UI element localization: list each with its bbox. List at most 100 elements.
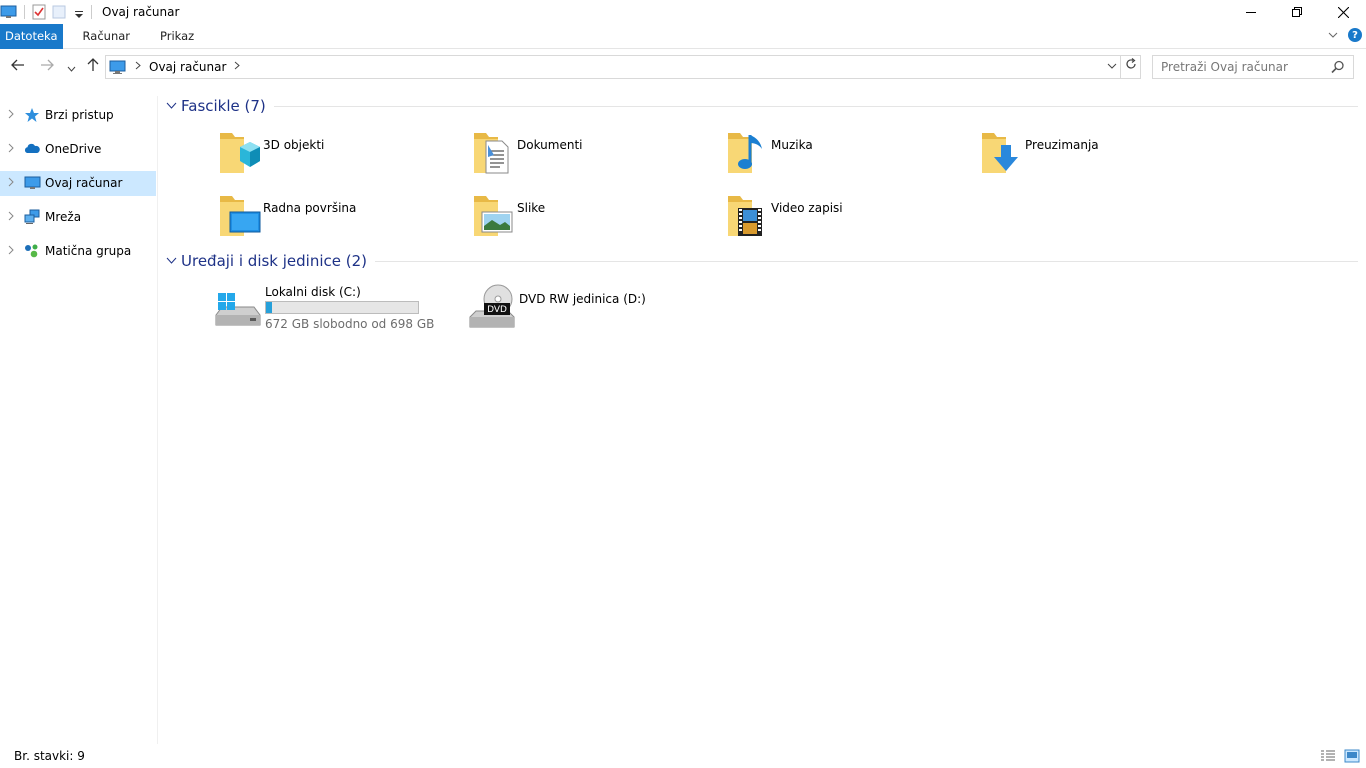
folder-music[interactable]: Muzika [726, 127, 966, 179]
large-icons-view-icon[interactable] [1344, 749, 1360, 766]
tab-file[interactable]: Datoteka [0, 23, 63, 49]
breadcrumb-chevron-icon[interactable] [234, 61, 241, 73]
drive-free-space: 672 GB slobodno od 698 GB [265, 317, 435, 331]
folder-3d-objects[interactable]: 3D objekti [218, 127, 458, 179]
up-button[interactable] [86, 58, 100, 76]
separator [91, 5, 92, 19]
sidebar-item-homegroup[interactable]: Matična grupa [0, 239, 156, 264]
folder-label: Slike [517, 201, 546, 215]
expand-chevron-icon[interactable] [8, 177, 14, 190]
sidebar-item-onedrive[interactable]: OneDrive [0, 137, 156, 162]
properties-icon[interactable] [31, 4, 47, 20]
help-button[interactable]: ? [1348, 28, 1362, 42]
folder-label: Dokumenti [517, 138, 583, 152]
details-view-icon[interactable] [1320, 749, 1336, 766]
local-disk-icon [214, 281, 262, 329]
sidebar-item-label: Mreža [45, 210, 82, 224]
view-switcher [1320, 749, 1360, 766]
expand-chevron-icon[interactable] [8, 109, 14, 122]
expand-ribbon-icon[interactable] [1328, 28, 1338, 42]
sidebar-item-this-pc[interactable]: Ovaj računar [0, 171, 156, 196]
folder-label: Preuzimanja [1025, 138, 1099, 152]
pictures-folder-icon [472, 190, 520, 238]
group-header-devices[interactable]: Uređaji i disk jedinice (2) [166, 251, 1358, 271]
breadcrumb-this-pc[interactable]: Ovaj računar [149, 60, 226, 74]
group-divider [273, 105, 1358, 107]
music-folder-icon [726, 127, 774, 175]
refresh-button[interactable] [1120, 56, 1140, 78]
forward-button[interactable] [40, 58, 54, 76]
sidebar-item-label: OneDrive [45, 142, 102, 156]
documents-folder-icon [472, 127, 520, 175]
homegroup-icon [24, 243, 40, 259]
collapse-chevron-icon[interactable] [166, 100, 180, 113]
dvd-badge: DVD [487, 305, 507, 315]
customize-toolbar-icon[interactable] [73, 4, 85, 20]
cloud-icon [24, 141, 40, 157]
search-icon[interactable] [1331, 60, 1345, 77]
drive-dvd-d[interactable]: DVD DVD RW jedinica (D:) [468, 281, 708, 331]
drive-usage-fill [266, 302, 272, 313]
address-dropdown-icon[interactable] [1104, 62, 1120, 73]
address-bar[interactable]: Ovaj računar [105, 55, 1141, 79]
folder-label: Muzika [771, 138, 813, 152]
computer-icon [24, 175, 42, 191]
sidebar-item-label: Ovaj računar [45, 176, 123, 190]
ribbon-controls: ? [1328, 28, 1362, 42]
computer-icon[interactable] [0, 4, 18, 20]
folder-videos[interactable]: Video zapisi [726, 190, 966, 242]
folder-label: Radna površina [263, 201, 357, 215]
sidebar-item-quick-access[interactable]: Brzi pristup [0, 103, 156, 128]
status-bar: Br. stavki: 9 [0, 744, 1366, 768]
expand-chevron-icon[interactable] [8, 211, 14, 224]
group-title: Uređaji i disk jedinice (2) [181, 252, 368, 270]
folder-label: Video zapisi [771, 201, 843, 215]
folder-label: 3D objekti [263, 138, 325, 152]
drive-local-disk-c[interactable]: Lokalni disk (C:) 672 GB slobodno od 698… [214, 281, 454, 331]
ribbon-tabs: Datoteka Računar Prikaz ? [0, 23, 1366, 49]
dvd-drive-icon: DVD [468, 281, 516, 329]
item-count: Br. stavki: 9 [14, 749, 85, 763]
expand-chevron-icon[interactable] [8, 143, 14, 156]
quick-access-toolbar [0, 0, 98, 24]
3d-objects-folder-icon [218, 127, 266, 175]
sidebar-item-network[interactable]: Mreža [0, 205, 156, 230]
restore-button[interactable] [1274, 0, 1320, 24]
star-icon [24, 107, 40, 123]
tab-computer[interactable]: Računar [68, 24, 145, 49]
group-header-folders[interactable]: Fascikle (7) [166, 96, 1358, 116]
navigation-pane: Brzi pristup OneDrive Ovaj računar Mreža… [0, 96, 158, 744]
desktop-folder-icon [218, 190, 266, 238]
close-button[interactable] [1320, 0, 1366, 24]
breadcrumb-chevron-icon[interactable] [135, 61, 141, 73]
title-bar: Ovaj računar [0, 0, 1366, 24]
folder-downloads[interactable]: Preuzimanja [980, 127, 1220, 179]
window-controls [1228, 0, 1366, 24]
collapse-chevron-icon[interactable] [166, 255, 180, 268]
search-box[interactable] [1152, 55, 1354, 79]
videos-folder-icon [726, 190, 774, 238]
drive-label: DVD RW jedinica (D:) [519, 292, 646, 306]
navigation-bar: Ovaj računar [0, 55, 1366, 79]
window-title: Ovaj računar [102, 5, 180, 19]
tab-view[interactable]: Prikaz [145, 24, 209, 49]
group-title: Fascikle (7) [181, 97, 266, 115]
drive-label: Lokalni disk (C:) [265, 285, 361, 299]
minimize-button[interactable] [1228, 0, 1274, 24]
recent-locations-button[interactable] [67, 61, 76, 77]
separator [24, 5, 25, 19]
folder-desktop[interactable]: Radna površina [218, 190, 458, 242]
content-pane: Fascikle (7) 3D objekti Dokumenti Muzika… [160, 96, 1366, 744]
group-divider [375, 260, 1358, 262]
new-folder-icon[interactable] [51, 4, 67, 20]
network-icon [24, 209, 40, 225]
sidebar-item-label: Matična grupa [45, 244, 132, 258]
drive-usage-bar [265, 301, 419, 314]
search-input[interactable] [1153, 60, 1323, 74]
folder-documents[interactable]: Dokumenti [472, 127, 712, 179]
expand-chevron-icon[interactable] [8, 245, 14, 258]
computer-icon [109, 59, 127, 75]
downloads-folder-icon [980, 127, 1028, 175]
folder-pictures[interactable]: Slike [472, 190, 712, 242]
back-button[interactable] [11, 58, 25, 76]
